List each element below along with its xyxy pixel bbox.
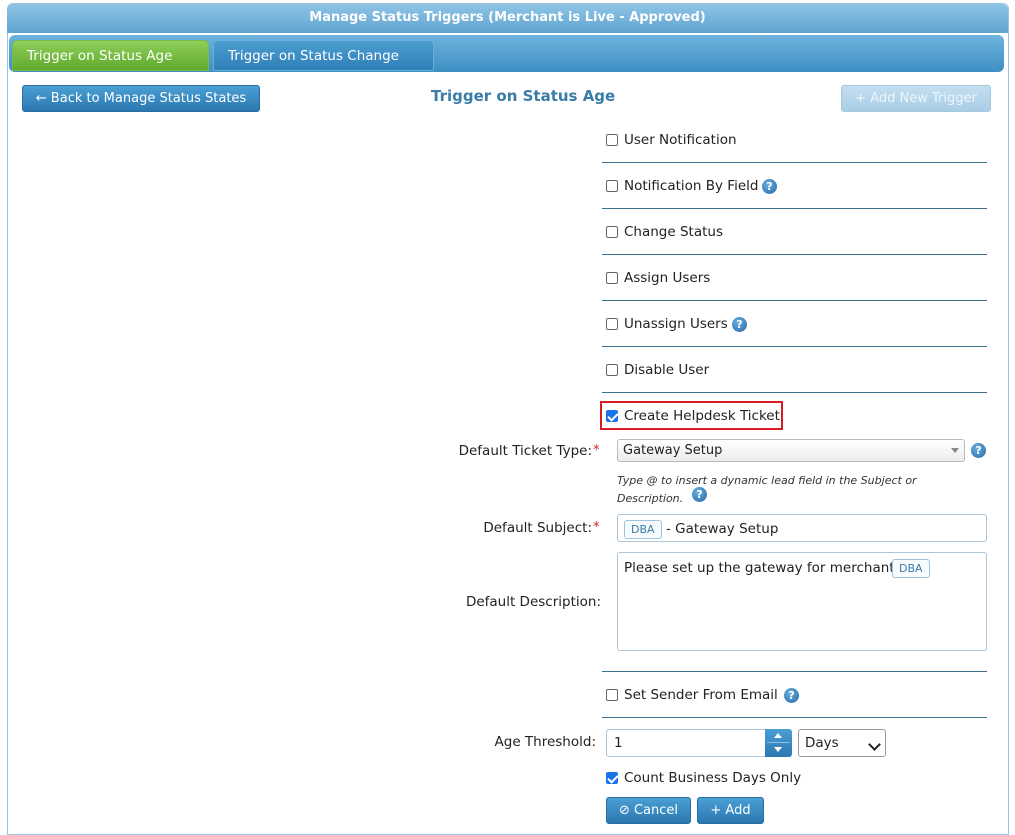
user-notification-label: User Notification (624, 132, 737, 148)
change-status-label: Change Status (624, 224, 723, 240)
dynamic-field-hint: Type @ to insert a dynamic lead field in… (617, 474, 917, 505)
disable-user-label: Disable User (624, 362, 710, 378)
help-icon[interactable]: ? (762, 179, 777, 194)
notification-by-field-label: Notification By Field (624, 178, 759, 194)
description-text: Please set up the gateway for merchant (624, 560, 895, 576)
age-threshold-input[interactable]: 1 (606, 729, 768, 757)
description-textarea[interactable]: Please set up the gateway for merchant D… (617, 552, 987, 651)
add-new-trigger-button[interactable]: + Add New Trigger (841, 85, 991, 112)
create-helpdesk-ticket-checkbox[interactable] (606, 410, 618, 422)
unassign-users-label: Unassign Users (624, 316, 728, 332)
change-status-checkbox[interactable] (606, 226, 618, 238)
required-mark: * (593, 520, 600, 535)
help-icon[interactable]: ? (784, 688, 799, 703)
sender-email-checkbox[interactable] (606, 689, 618, 701)
assign-users-checkbox[interactable] (606, 272, 618, 284)
subject-label: Default Subject: (483, 520, 592, 536)
help-icon[interactable]: ? (971, 443, 986, 458)
notification-by-field-checkbox[interactable] (606, 180, 618, 192)
chevron-up-icon[interactable] (774, 733, 782, 738)
back-button[interactable]: ← Back to Manage Status States (22, 85, 260, 112)
add-button[interactable]: + Add (697, 797, 764, 824)
page-heading: Trigger on Status Age (431, 87, 616, 105)
subject-input[interactable]: DBA - Gateway Setup (617, 514, 987, 542)
dba-tag[interactable]: DBA (892, 559, 930, 578)
dba-tag[interactable]: DBA (624, 520, 662, 539)
ticket-type-select[interactable]: Gateway Setup (617, 439, 965, 462)
create-helpdesk-ticket-label: Create Helpdesk Ticket (624, 408, 780, 424)
business-days-label: Count Business Days Only (624, 770, 802, 786)
business-days-checkbox[interactable] (606, 772, 618, 784)
ticket-type-label: Default Ticket Type: (458, 443, 592, 459)
stepper-divider (767, 742, 790, 743)
user-notification-checkbox[interactable] (606, 134, 618, 146)
sender-email-label: Set Sender From Email (624, 687, 778, 703)
age-threshold-label: Age Threshold: (494, 734, 596, 750)
subject-text: - Gateway Setup (666, 521, 779, 537)
cancel-button[interactable]: ⊘ Cancel (606, 797, 691, 824)
chevron-down-icon[interactable] (774, 747, 782, 752)
chevron-down-icon (868, 738, 881, 751)
chevron-down-icon (951, 448, 959, 453)
unassign-users-checkbox[interactable] (606, 318, 618, 330)
tab-status-change[interactable]: Trigger on Status Change (0) (213, 40, 434, 94)
age-stepper[interactable] (765, 729, 792, 757)
required-mark: * (593, 443, 600, 458)
disable-user-checkbox[interactable] (606, 364, 618, 376)
help-icon[interactable]: ? (732, 317, 747, 332)
age-unit-select[interactable]: Days (798, 729, 886, 757)
ticket-type-value: Gateway Setup (623, 443, 723, 458)
assign-users-label: Assign Users (624, 270, 711, 286)
description-label: Default Description: (465, 594, 601, 610)
window-title: Manage Status Triggers (Merchant is Live… (7, 4, 1008, 33)
tab-status-age[interactable]: Trigger on Status Age (1) (12, 40, 209, 94)
help-icon[interactable]: ? (692, 487, 707, 502)
